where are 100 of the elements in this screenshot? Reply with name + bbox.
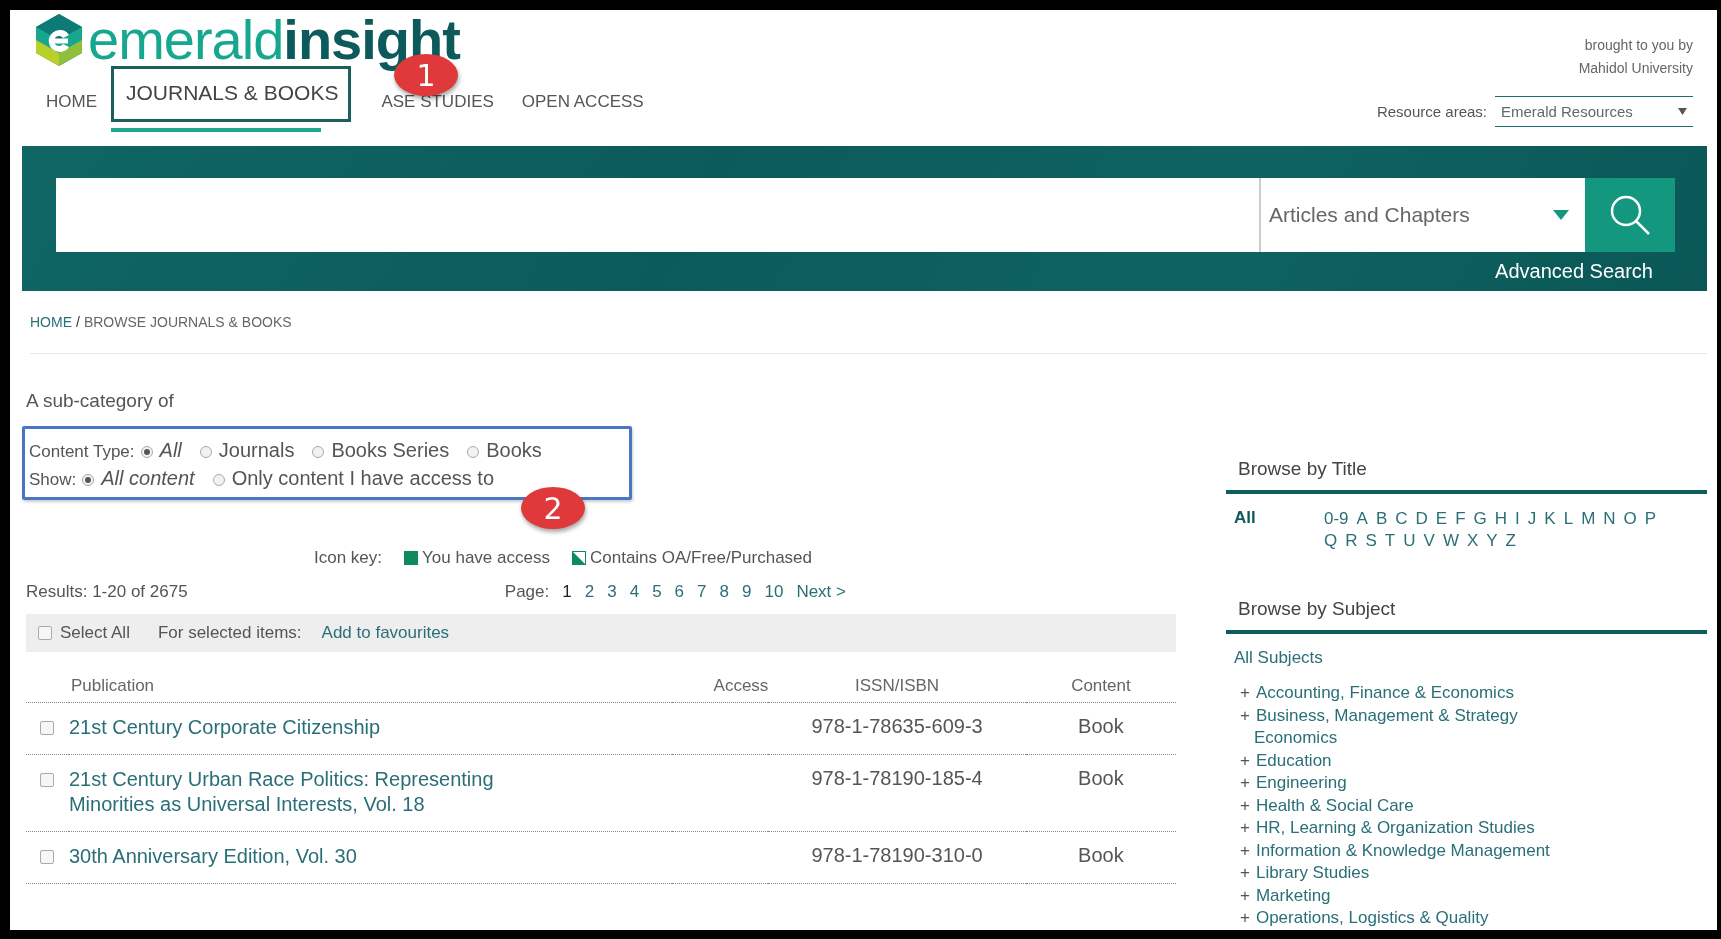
nav-tab[interactable]: HOME [32,92,111,132]
expand-toggle[interactable]: + [1240,884,1250,907]
letter-link[interactable]: 0-9 [1324,508,1349,530]
access-icon [404,551,419,565]
letter-link[interactable]: C [1395,508,1408,530]
filter-label: Content Type: [29,442,135,461]
letter-link[interactable]: X [1466,530,1479,552]
subject-link[interactable]: HR, Learning & Organization Studies [1255,817,1535,840]
letter-link[interactable]: T [1384,530,1396,552]
letter-link[interactable]: All [1226,508,1324,552]
subject-link[interactable]: Education [1255,749,1332,772]
radio-button[interactable] [82,474,95,486]
subject-link[interactable]: Health & Social Care [1255,794,1414,817]
radio-label[interactable]: All [159,439,182,461]
advanced-search-link[interactable]: Advanced Search [1495,260,1653,282]
expand-toggle[interactable]: + [1240,682,1250,705]
radio-label[interactable]: Journals [218,439,295,461]
letter-link[interactable]: M [1581,508,1596,530]
subject-link[interactable]: Library Studies [1255,862,1370,885]
letter-link[interactable]: W [1442,530,1459,552]
radio-button[interactable] [199,446,212,458]
letter-link[interactable]: Y [1486,530,1498,552]
letter-link[interactable]: H [1494,508,1508,530]
expand-toggle[interactable]: + [1240,749,1250,772]
publication-link[interactable]: 21st Century Urban Race Politics: Representing Minorities as Universal Interests, Vol. 18 [68,754,672,832]
radio-label[interactable]: Books Series [331,439,450,461]
nav-tab[interactable]: JOURNALS & BOOKS [111,66,352,122]
letter-link[interactable]: E [1435,508,1448,530]
resource-areas-label: Resource areas: [1376,103,1487,120]
checkbox[interactable] [40,721,55,735]
search-button[interactable] [1585,178,1675,252]
subject-link[interactable]: Information & Knowledge Management [1255,839,1550,862]
nav-tab[interactable]: OPEN ACCESS [507,92,658,132]
subject-link[interactable]: Accounting, Finance & Economics [1255,682,1514,705]
expand-toggle[interactable]: + [1240,907,1250,930]
letter-link[interactable]: K [1544,508,1556,530]
expand-toggle[interactable]: + [1240,839,1250,862]
letter-link[interactable]: Q [1324,530,1338,552]
radio-button[interactable] [467,446,480,458]
page-link[interactable]: 3 [607,582,617,602]
letter-link[interactable]: L [1563,508,1574,530]
page-link[interactable]: 2 [584,582,595,602]
expand-toggle[interactable]: + [1240,862,1250,885]
selected-items-label: For selected items: [157,623,302,643]
radio-label[interactable]: All content [101,467,195,489]
letter-link[interactable]: R [1345,530,1358,552]
radio-button[interactable] [212,474,225,486]
letter-link[interactable]: U [1403,530,1416,552]
radio-label[interactable]: Books [486,439,542,461]
resource-areas-select[interactable]: Emerald Resources [1495,96,1693,127]
breadcrumb-separator: / [76,314,80,330]
caret-icon [1553,210,1569,220]
publication-link[interactable]: 21st Century Corporate Citizenship [68,702,672,755]
checkbox[interactable] [40,850,55,864]
expand-toggle[interactable]: + [1240,772,1250,795]
scope-select[interactable]: Articles and Chapters [1259,178,1585,252]
add-to-favourites-link[interactable]: Add to favourites [321,623,450,643]
checkbox[interactable] [38,626,52,640]
radio-button[interactable] [312,446,325,458]
letter-link[interactable]: G [1473,508,1487,530]
letter-link[interactable]: N [1603,508,1616,530]
subject-link[interactable]: Marketing [1255,884,1331,907]
next-page-link[interactable]: Next > [796,582,846,602]
letter-link[interactable]: D [1415,508,1428,530]
subject-link[interactable]: Economics [1254,727,1338,750]
select-all-label[interactable]: Select All [60,623,130,643]
subject-link[interactable]: Operations, Logistics & Quality [1255,907,1489,930]
icon-key-text: You have access [422,548,550,568]
letter-link[interactable]: F [1455,508,1466,530]
letter-link[interactable]: A [1356,508,1368,530]
checkbox[interactable] [40,773,55,787]
page-link[interactable]: 1 [562,582,572,602]
letter-link[interactable]: O [1623,508,1637,530]
radio-label[interactable]: Only content I have access to [231,467,494,489]
letter-link[interactable]: P [1644,508,1657,530]
callout-badge: 2 [521,487,585,529]
page-link[interactable]: 10 [764,582,784,602]
filter-label: Show: [29,470,77,489]
breadcrumb-link[interactable]: HOME [30,314,72,330]
expand-toggle[interactable]: + [1240,794,1250,817]
page-link[interactable]: 4 [629,582,640,602]
publication-link[interactable]: 30th Anniversary Edition, Vol. 30 [68,831,672,884]
subject-link[interactable]: All Subjects [1234,648,1707,668]
letter-link[interactable]: V [1423,530,1435,552]
page-link[interactable]: 8 [719,582,729,602]
expand-toggle[interactable]: + [1240,704,1250,727]
page-link[interactable]: 6 [674,582,685,602]
search-field[interactable] [56,178,1259,252]
letter-link[interactable]: I [1515,508,1520,530]
radio-button[interactable] [140,446,153,458]
expand-toggle[interactable]: + [1240,817,1250,840]
subject-link[interactable]: Engineering [1255,772,1347,795]
page-link[interactable]: 5 [652,582,662,602]
page-link[interactable]: 9 [742,582,752,602]
subject-link[interactable]: Business, Management & Strategy [1255,704,1518,727]
letter-link[interactable]: Z [1505,530,1516,552]
letter-link[interactable]: J [1527,508,1537,530]
letter-link[interactable]: B [1375,508,1388,530]
page-link[interactable]: 7 [697,582,707,602]
letter-link[interactable]: S [1365,530,1377,552]
